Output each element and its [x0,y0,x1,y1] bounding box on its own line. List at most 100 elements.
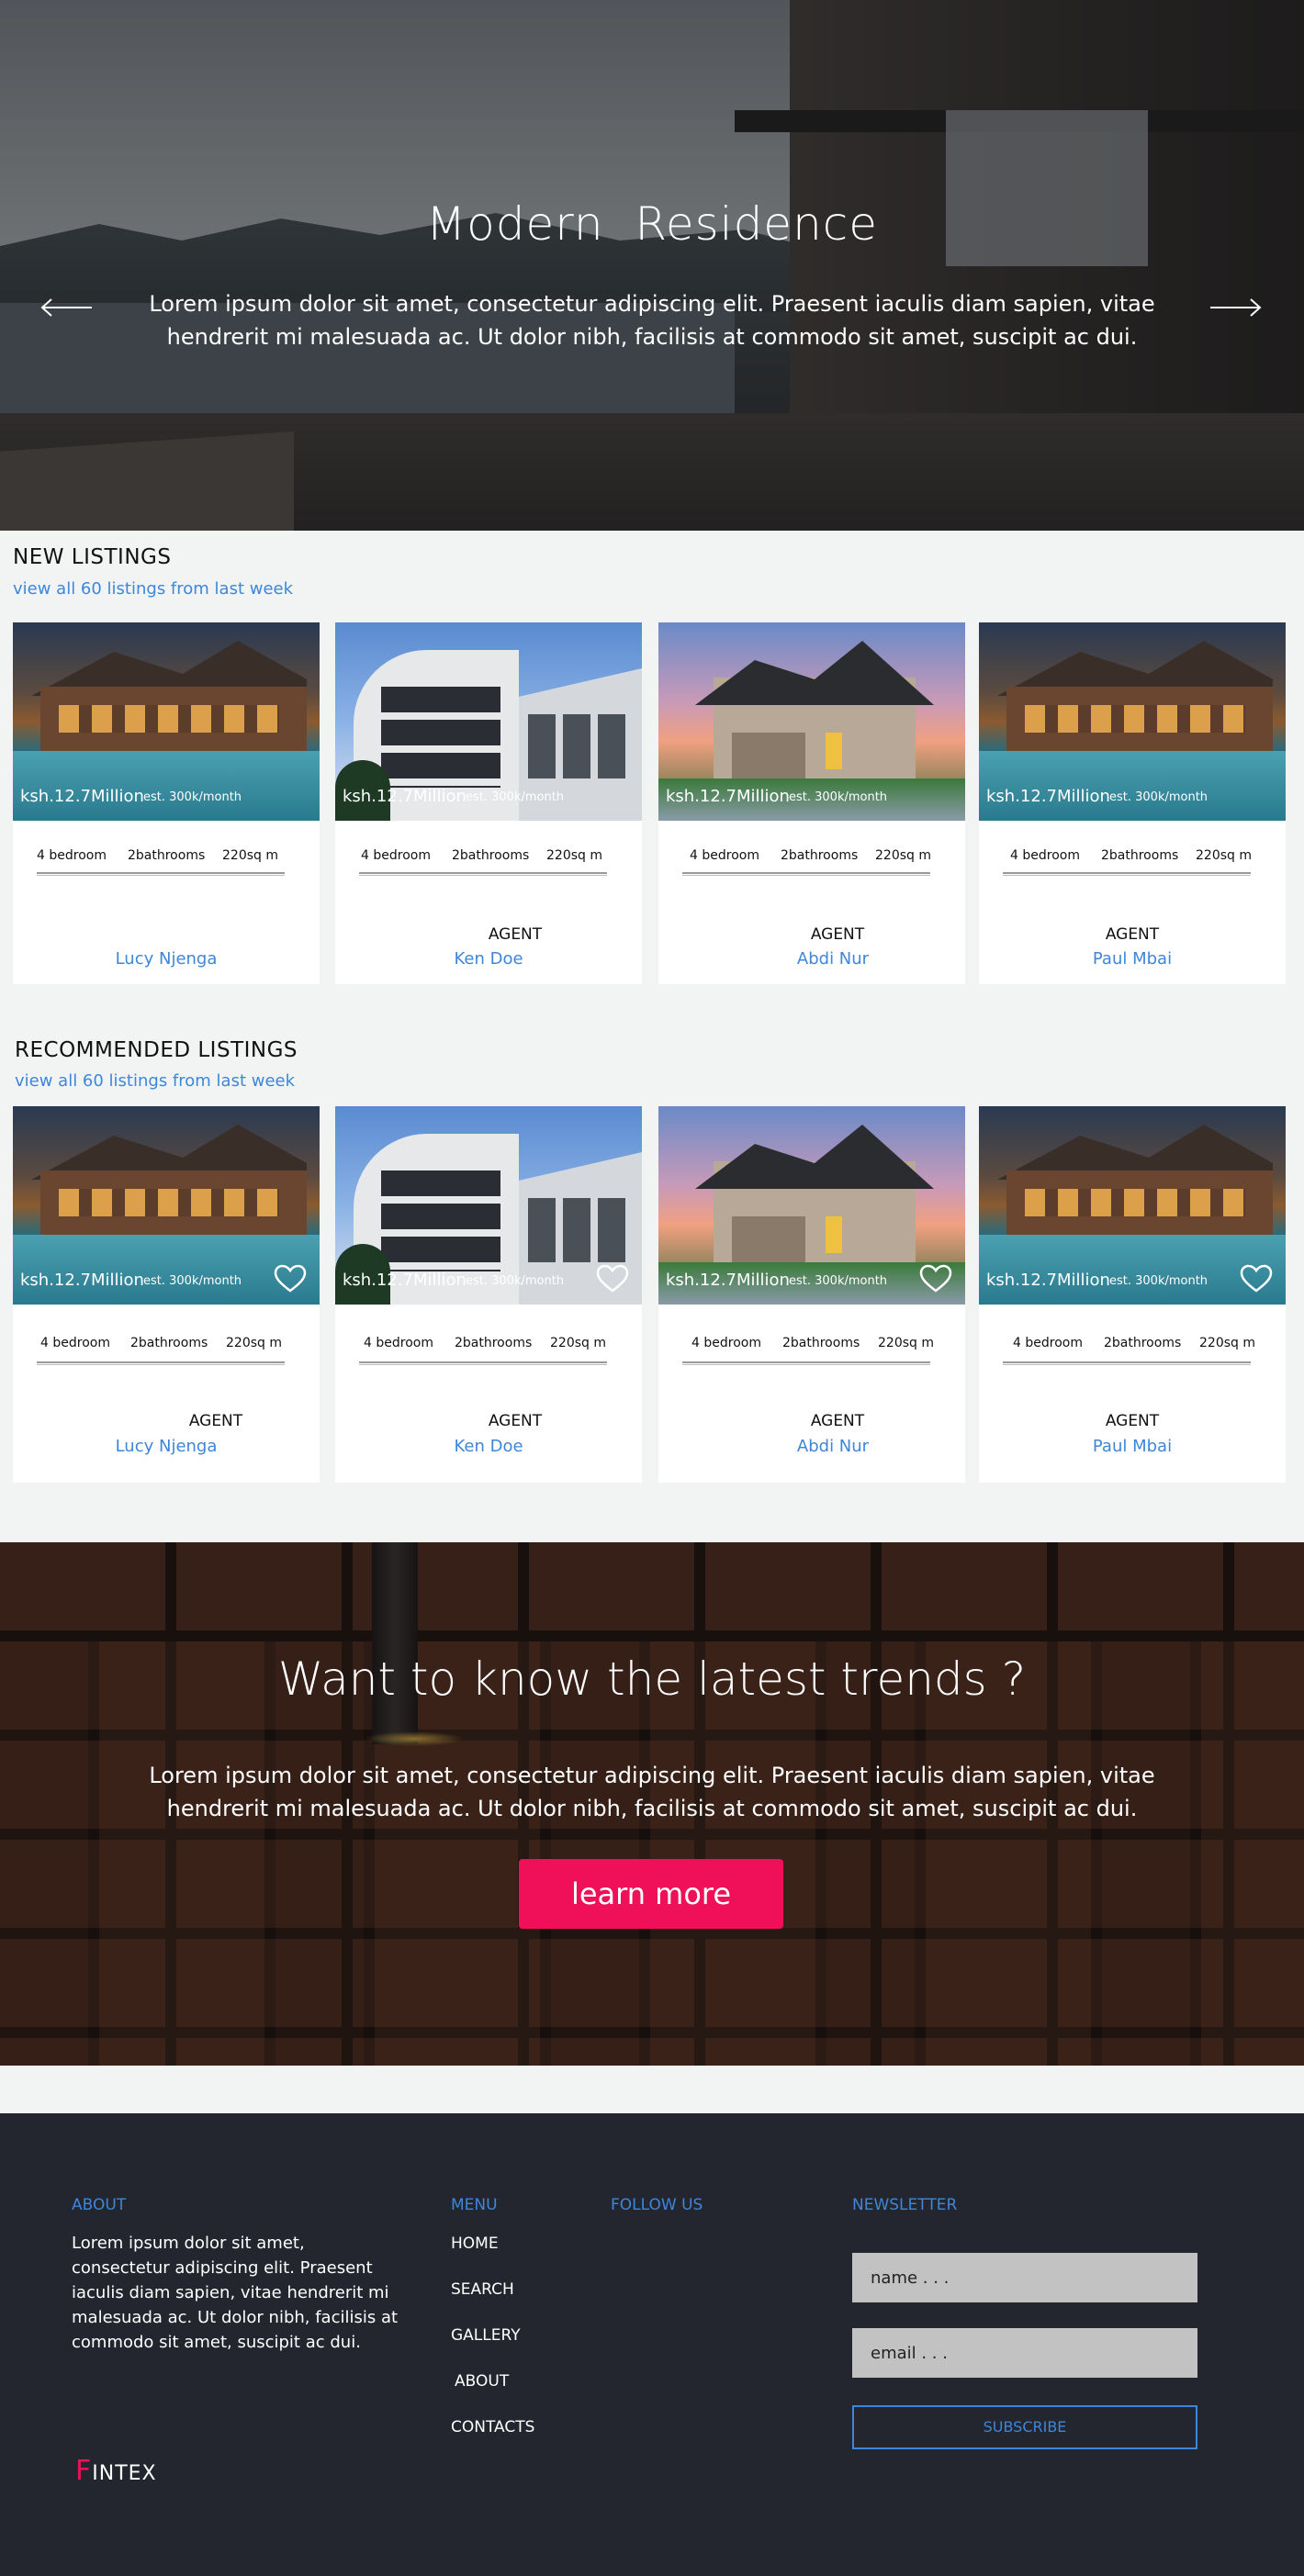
listing-bathrooms: 2bathrooms [781,848,859,863]
trends-title: Want to know the latest trends ? [277,1652,1027,1706]
listing-image[interactable]: ksh.12.7Million est. 300k/month [335,622,642,821]
agent-name-link[interactable]: Lucy Njenga [84,949,249,969]
listing-bedrooms: 4 bedroom [1013,1336,1083,1350]
listing-price: ksh.12.7Million [343,1271,467,1290]
listing-estimate: est. 300k/month [1109,790,1208,804]
newsletter-email-input[interactable] [852,2328,1197,2378]
arrow-right-icon[interactable] [1208,294,1264,321]
agent-name-link[interactable]: Paul Mbai [1050,949,1215,969]
listing-image[interactable]: ksh.12.7Million est. 300k/month [658,1106,965,1305]
arrow-left-icon[interactable] [39,294,94,321]
footer-follow-heading: FOLLOW US [611,2196,703,2214]
agent-label: AGENT [488,925,543,944]
listing-price: ksh.12.7Million [986,787,1110,806]
footer-menu-about[interactable]: ABOUT [455,2372,509,2391]
newsletter-name-input[interactable] [852,2253,1197,2302]
listing-price: ksh.12.7Million [343,787,467,806]
listing-estimate: est. 300k/month [466,790,565,804]
footer-menu-contacts[interactable]: CONTACTS [451,2418,534,2436]
hero-banner [0,0,1304,531]
divider [1003,872,1251,876]
listing-bathrooms: 2bathrooms [782,1336,860,1350]
listing-card[interactable]: ksh.12.7Million est. 300k/month 4 bedroo… [979,622,1286,984]
listing-price: ksh.12.7Million [986,1271,1110,1290]
agent-name-link[interactable]: Ken Doe [406,1437,571,1456]
listing-area: 220sq m [222,848,278,863]
heart-icon[interactable] [1240,1264,1273,1294]
listing-price: ksh.12.7Million [666,1271,790,1290]
divider [682,1361,930,1365]
listing-bedrooms: 4 bedroom [37,848,107,863]
listing-estimate: est. 300k/month [789,790,888,804]
agent-name-link[interactable]: Lucy Njenga [84,1437,249,1456]
heart-icon[interactable] [919,1264,952,1294]
listing-area: 220sq m [1196,848,1252,863]
footer-menu-search[interactable]: SEARCH [451,2280,514,2299]
footer-about-heading: ABOUT [72,2196,127,2214]
footer-menu-home[interactable]: HOME [451,2234,499,2253]
agent-label: AGENT [488,1412,543,1430]
listing-estimate: est. 300k/month [789,1274,888,1288]
listing-price: ksh.12.7Million [20,787,144,806]
heart-icon[interactable] [596,1264,629,1294]
listing-estimate: est. 300k/month [1109,1274,1208,1288]
listing-bathrooms: 2bathrooms [452,848,530,863]
agent-name-link[interactable]: Abdi Nur [750,1437,916,1456]
listing-estimate: est. 300k/month [466,1274,565,1288]
listing-bedrooms: 4 bedroom [691,1336,761,1350]
listing-image[interactable]: ksh.12.7Million est. 300k/month [979,622,1286,821]
listing-card[interactable]: ksh.12.7Million est. 300k/month 4 bedroo… [335,1106,642,1483]
listing-image[interactable]: ksh.12.7Million est. 300k/month [658,622,965,821]
listing-area: 220sq m [226,1336,282,1350]
listing-price: ksh.12.7Million [20,1271,144,1290]
listing-card[interactable]: ksh.12.7Million est. 300k/month 4 bedroo… [13,622,320,984]
listing-price: ksh.12.7Million [666,787,790,806]
hero-overlay [0,0,1304,531]
listing-bathrooms: 2bathrooms [1104,1336,1182,1350]
listing-image[interactable]: ksh.12.7Million est. 300k/month [13,1106,320,1305]
agent-label: AGENT [1105,925,1160,944]
listing-image[interactable]: ksh.12.7Million est. 300k/month [979,1106,1286,1305]
listing-card[interactable]: ksh.12.7Million est. 300k/month 4 bedroo… [979,1106,1286,1483]
fintex-logo[interactable]: FINTEX [75,2455,157,2487]
logo-text: INTEX [92,2462,157,2485]
footer-menu-heading: MENU [451,2196,498,2214]
listing-area: 220sq m [546,848,602,863]
listing-bathrooms: 2bathrooms [1101,848,1179,863]
learn-more-button[interactable]: learn more [519,1859,783,1929]
agent-name-link[interactable]: Abdi Nur [750,949,916,969]
listing-bathrooms: 2bathrooms [455,1336,533,1350]
logo-initial: F [75,2455,93,2487]
agent-label: AGENT [188,1412,243,1430]
trends-description: Lorem ipsum dolor sit amet, consectetur … [149,1763,1155,1821]
listing-image[interactable]: ksh.12.7Million est. 300k/month [13,622,320,821]
agent-name-link[interactable]: Ken Doe [406,949,571,969]
heart-icon[interactable] [274,1264,307,1294]
footer-menu-gallery[interactable]: GALLERY [451,2326,521,2345]
listing-estimate: est. 300k/month [143,1274,242,1288]
listing-area: 220sq m [878,1336,934,1350]
divider [359,872,607,876]
divider [37,1361,285,1365]
listing-area: 220sq m [875,848,931,863]
recommended-listings-view-all-link[interactable]: view all 60 listings from last week [15,1071,295,1091]
listing-card[interactable]: ksh.12.7Million est. 300k/month 4 bedroo… [658,1106,965,1483]
footer-about-text: Lorem ipsum dolor sit amet, consectetur … [72,2234,399,2352]
hero-title: Modern Residence [425,197,879,251]
listing-card[interactable]: ksh.12.7Million est. 300k/month 4 bedroo… [13,1106,320,1483]
listing-estimate: est. 300k/month [143,790,242,804]
listing-bedrooms: 4 bedroom [364,1336,433,1350]
listing-card[interactable]: ksh.12.7Million est. 300k/month 4 bedroo… [658,622,965,984]
subscribe-button[interactable]: SUBSCRIBE [852,2405,1197,2449]
recommended-listings-title: RECOMMENDED LISTINGS [15,1038,298,1062]
listing-area: 220sq m [1199,1336,1255,1350]
listing-bedrooms: 4 bedroom [40,1336,110,1350]
listing-card[interactable]: ksh.12.7Million est. 300k/month 4 bedroo… [335,622,642,984]
new-listings-view-all-link[interactable]: view all 60 listings from last week [13,579,293,599]
divider [682,872,930,876]
agent-name-link[interactable]: Paul Mbai [1050,1437,1215,1456]
hero-description: Lorem ipsum dolor sit amet, consectetur … [149,291,1155,350]
divider [359,1361,607,1365]
agent-label: AGENT [810,925,865,944]
listing-image[interactable]: ksh.12.7Million est. 300k/month [335,1106,642,1305]
